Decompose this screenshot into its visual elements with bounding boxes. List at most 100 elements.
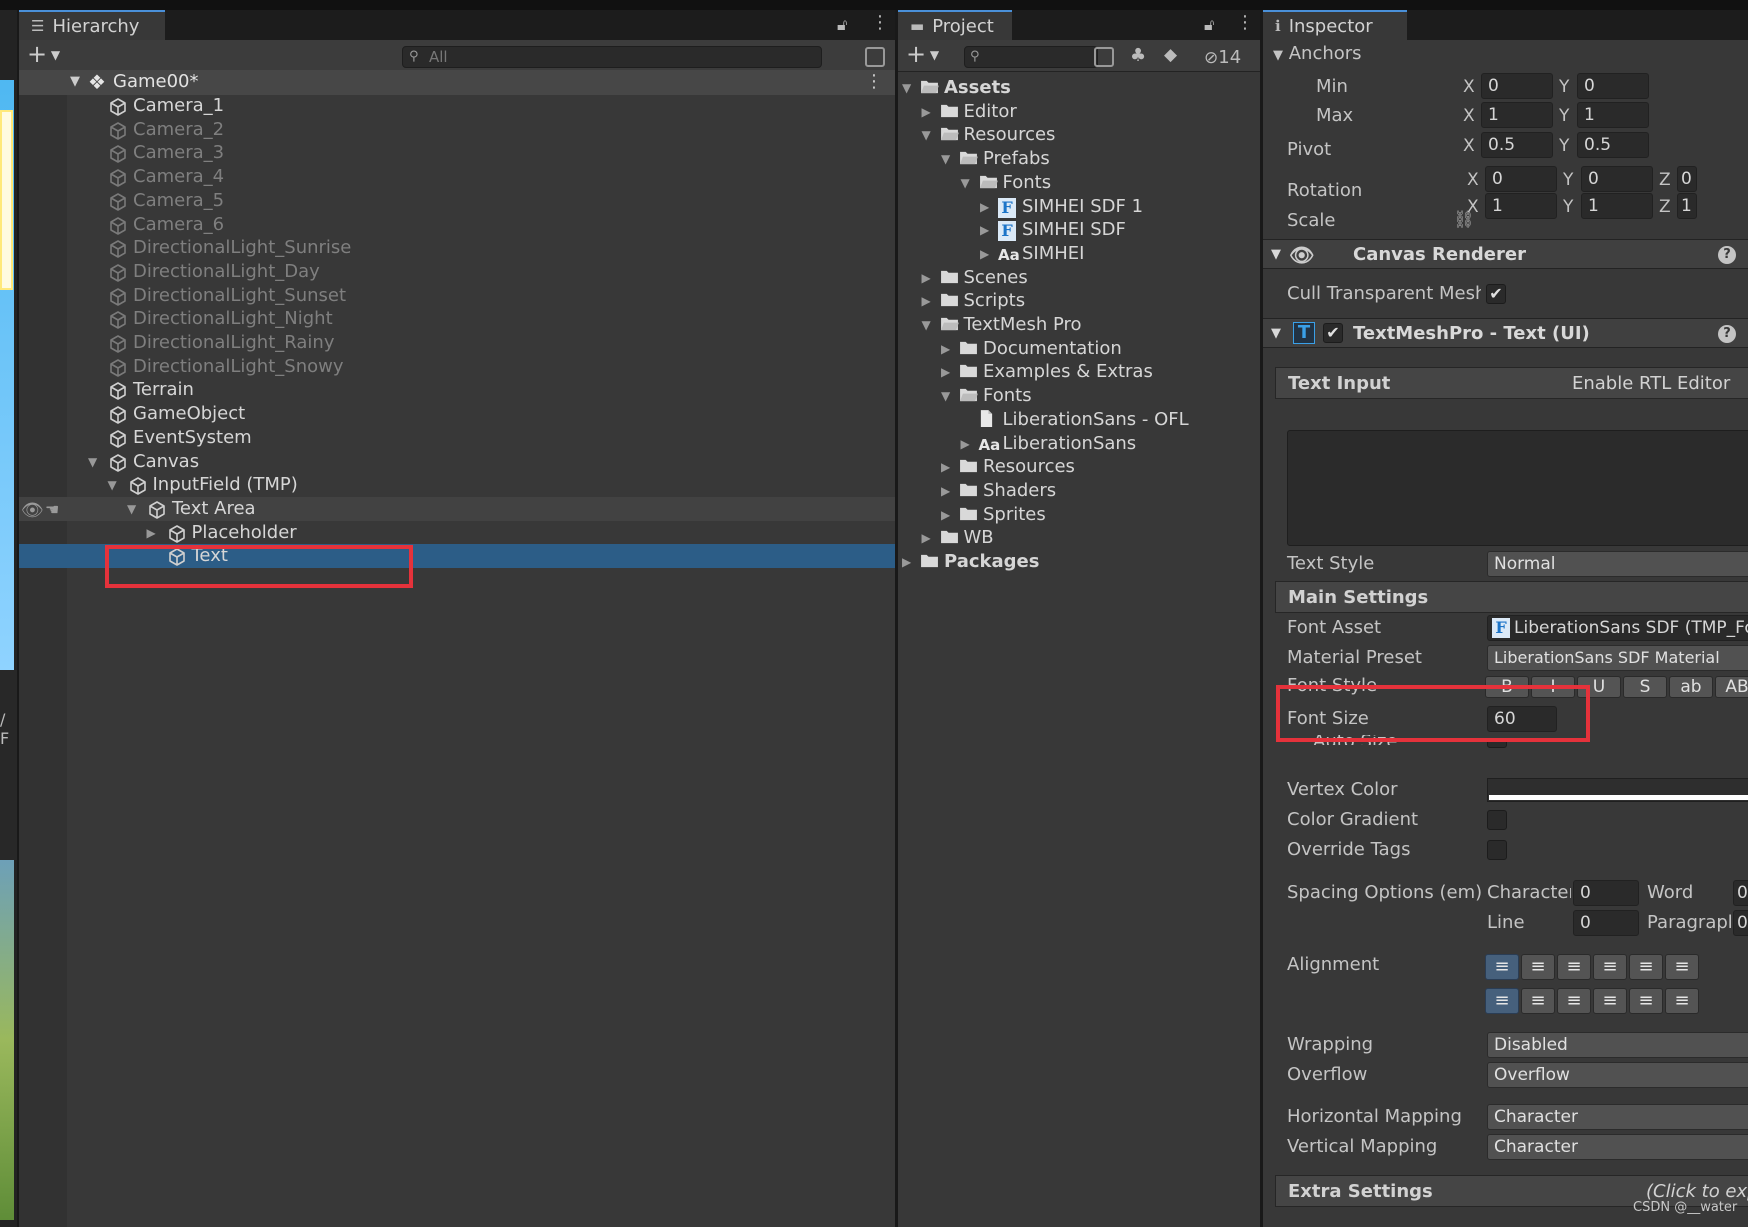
vertical-align-button[interactable]: ≡ (1665, 988, 1699, 1014)
project-row[interactable]: ▶ F SIMHEI SDF 1 (898, 195, 1260, 219)
font-style-button[interactable]: S (1623, 676, 1667, 698)
expand-arrow-icon[interactable]: ▶ (902, 550, 911, 574)
rot-z-input[interactable]: 0 (1677, 166, 1697, 192)
expand-arrow-icon[interactable]: ▶ (922, 289, 931, 313)
rot-y-input[interactable]: 0 (1581, 166, 1653, 192)
text-input-area[interactable] (1287, 430, 1748, 546)
main-settings-section[interactable]: Main Settings (1275, 581, 1748, 613)
filter-type-icon[interactable]: ♣ (1130, 45, 1146, 66)
project-row[interactable]: ▶ Documentation (898, 337, 1260, 361)
kebab-menu-icon[interactable]: ⋮ (1236, 12, 1254, 33)
project-row[interactable]: ▼ Assets (898, 76, 1260, 100)
hierarchy-row[interactable]: DirectionalLight_Sunset (19, 284, 895, 308)
tab-project[interactable]: ▬ Project (898, 10, 1012, 40)
vertical-align-button[interactable]: ≡ (1593, 988, 1627, 1014)
tab-inspector[interactable]: ℹ Inspector (1263, 10, 1407, 40)
project-row[interactable]: ▶ Aa LiberationSans (898, 432, 1260, 456)
hierarchy-row[interactable]: ▼ Canvas (19, 450, 895, 474)
overflow-dropdown[interactable]: Overflow (1487, 1062, 1748, 1088)
scale-y-input[interactable]: 1 (1581, 193, 1653, 219)
project-row[interactable]: ▶ Scenes (898, 266, 1260, 290)
vertex-color-swatch[interactable] (1487, 778, 1748, 802)
expand-arrow-icon[interactable]: ▶ (941, 337, 950, 361)
tab-hierarchy[interactable]: ☰ Hierarchy (19, 10, 165, 40)
project-row[interactable]: ▼ Fonts (898, 384, 1260, 408)
min-y-input[interactable]: 0 (1577, 73, 1649, 99)
project-row[interactable]: ▶ Packages (898, 550, 1260, 574)
expand-arrow-icon[interactable]: ▶ (941, 503, 950, 527)
font-asset-field[interactable]: F LiberationSans SDF (TMP_Font Asset) (1487, 615, 1748, 641)
project-row[interactable]: ▶ Examples & Extras (898, 360, 1260, 384)
hierarchy-row[interactable]: Terrain (19, 378, 895, 402)
vertical-align-button[interactable]: ≡ (1521, 988, 1555, 1014)
project-row[interactable]: ▶ WB (898, 526, 1260, 550)
kebab-menu-icon[interactable]: ⋮ (871, 12, 889, 33)
hierarchy-row[interactable]: ▼ InputField (TMP) (19, 473, 895, 497)
expand-arrow-icon[interactable]: ▶ (980, 218, 989, 242)
expand-arrow-icon[interactable]: ▼ (127, 497, 136, 521)
color-gradient-checkbox[interactable] (1487, 810, 1507, 830)
project-row[interactable]: ▶ Resources (898, 455, 1260, 479)
vertical-align-button[interactable]: ≡ (1629, 988, 1663, 1014)
project-row[interactable]: ▶ Shaders (898, 479, 1260, 503)
expand-arrow-icon[interactable]: ▶ (980, 242, 989, 266)
hierarchy-row[interactable]: Camera_2 (19, 118, 895, 142)
expand-arrow-icon[interactable]: ▼ (902, 76, 911, 100)
scene-visibility-icon[interactable] (865, 47, 885, 67)
expand-arrow-icon[interactable]: ▶ (922, 266, 931, 290)
project-row[interactable]: ▶ Sprites (898, 503, 1260, 527)
lock-icon[interactable]: 🔓︎ (837, 15, 847, 35)
hierarchy-row[interactable]: DirectionalLight_Snowy (19, 355, 895, 379)
project-row[interactable]: ▶ Editor (898, 100, 1260, 124)
horizontal-align-button[interactable]: ≡ (1593, 954, 1627, 980)
font-style-button[interactable]: AB (1715, 676, 1748, 698)
add-asset-button[interactable]: + ▼ (906, 40, 939, 68)
character-spacing-input[interactable]: 0 (1573, 880, 1639, 906)
cull-transparent-checkbox[interactable]: ✔ (1486, 284, 1506, 304)
project-row[interactable]: ▶ F SIMHEI SDF (898, 218, 1260, 242)
override-tags-checkbox[interactable] (1487, 840, 1507, 860)
hierarchy-row[interactable]: Camera_3 (19, 141, 895, 165)
word-spacing-input[interactable]: 0 (1733, 880, 1748, 906)
project-row[interactable]: ▶ Scripts (898, 289, 1260, 313)
expand-arrow-icon[interactable]: ▶ (961, 432, 970, 456)
help-icon[interactable]: ? (1718, 325, 1736, 343)
scene-header-row[interactable]: ▼ ❖ Game00* ⋮ (19, 70, 895, 95)
hierarchy-row[interactable]: ▶ Placeholder (19, 521, 895, 545)
expand-arrow-icon[interactable]: ▼ (88, 450, 97, 474)
expand-arrow-icon[interactable]: ▶ (980, 195, 989, 219)
expand-arrow-icon[interactable]: ▼ (922, 123, 931, 147)
line-spacing-input[interactable]: 0 (1573, 910, 1639, 936)
filter-label-icon[interactable]: ◆ (1164, 45, 1177, 65)
expand-arrow-icon[interactable]: ▶ (147, 521, 156, 545)
hierarchy-row[interactable]: GameObject (19, 402, 895, 426)
vertical-mapping-dropdown[interactable]: Character (1487, 1134, 1748, 1160)
pickable-hand-icon[interactable]: ☚ (45, 500, 59, 519)
horizontal-align-button[interactable]: ≡ (1521, 954, 1555, 980)
expand-arrow-icon[interactable]: ▼ (108, 473, 117, 497)
expand-arrow-icon[interactable]: ▼ (961, 171, 970, 195)
help-icon[interactable]: ? (1718, 246, 1736, 264)
visibility-eye-icon[interactable]: 👁︎ (21, 500, 44, 521)
search-scope-icon[interactable] (1094, 47, 1114, 67)
expand-arrow-icon[interactable]: ▶ (941, 479, 950, 503)
project-row[interactable]: ▼ TextMesh Pro (898, 313, 1260, 337)
add-button[interactable]: + ▼ (27, 40, 60, 68)
hierarchy-row[interactable]: DirectionalLight_Rainy (19, 331, 895, 355)
hierarchy-row[interactable]: Camera_6 (19, 213, 895, 237)
text-style-dropdown[interactable]: Normal (1487, 551, 1748, 577)
vertical-align-button[interactable]: ≡ (1485, 988, 1519, 1014)
expand-arrow-icon[interactable]: ▶ (941, 455, 950, 479)
text-input-section[interactable]: Text Input Enable RTL Editor (1275, 367, 1748, 399)
canvas-renderer-header[interactable]: ▼ 👁︎ Canvas Renderer ? (1263, 239, 1748, 269)
expand-arrow-icon[interactable]: ▼ (941, 384, 950, 408)
horizontal-align-button[interactable]: ≡ (1557, 954, 1591, 980)
project-row[interactable]: ▶ Aa SIMHEI (898, 242, 1260, 266)
hierarchy-row[interactable]: Camera_5 (19, 189, 895, 213)
horizontal-mapping-dropdown[interactable]: Character (1487, 1104, 1748, 1130)
horizontal-align-button[interactable]: ≡ (1665, 954, 1699, 980)
expand-arrow-icon[interactable]: ▼ (941, 147, 950, 171)
font-style-button[interactable]: ab (1669, 676, 1713, 698)
rot-x-input[interactable]: 0 (1485, 166, 1557, 192)
hierarchy-row[interactable]: Camera_4 (19, 165, 895, 189)
